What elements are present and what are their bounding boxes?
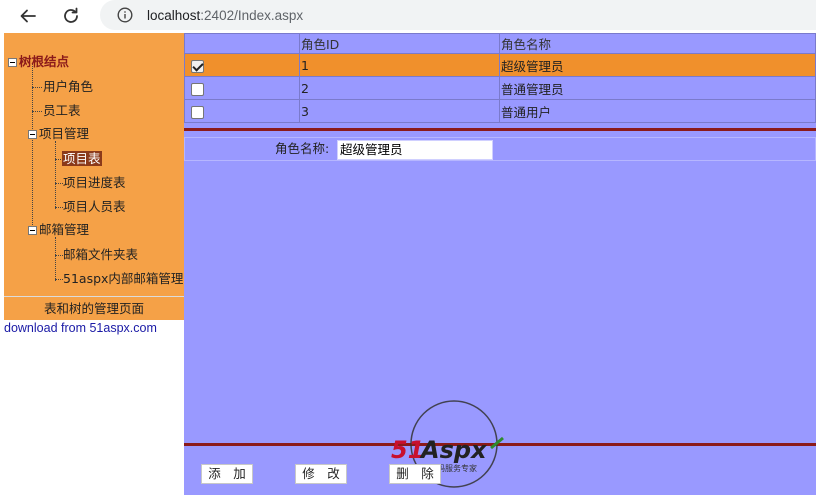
tree-item-internal-mail[interactable]: 51aspx内部邮箱管理: [62, 270, 184, 288]
role-id-cell: 1: [299, 53, 500, 77]
table-row[interactable]: 3 普通用户: [184, 99, 816, 123]
main-panel: 角色ID 角色名称 1 超级管理员 2 普通管理员 3 普通用户 角色名称: 超…: [184, 33, 816, 495]
tree-item-user-roles[interactable]: 用户角色: [42, 78, 94, 96]
table-row[interactable]: 1 超级管理员: [184, 53, 816, 77]
address-bar[interactable]: localhost:2402/Index.aspx: [100, 0, 816, 30]
row-checkbox[interactable]: [191, 105, 204, 119]
table-row[interactable]: 2 普通管理员: [184, 76, 816, 100]
download-credit: download from 51aspx.com: [4, 321, 157, 335]
back-button[interactable]: [15, 3, 41, 29]
role-name-cell: 普通用户: [499, 99, 816, 123]
divider-top: [184, 128, 816, 131]
collapse-icon[interactable]: [28, 130, 37, 139]
role-name-cell: 普通管理员: [499, 76, 816, 100]
row-checkbox[interactable]: [191, 59, 204, 73]
role-name-input[interactable]: 超级管理员: [337, 140, 493, 160]
url-text: localhost:2402/Index.aspx: [147, 7, 304, 23]
table-header-row: 角色ID 角色名称: [184, 33, 816, 54]
tree-item-project-table[interactable]: 项目表: [62, 150, 102, 168]
tree-root-node[interactable]: 树根结点: [8, 53, 70, 71]
role-name-form: 角色名称: 超级管理员: [184, 137, 816, 161]
column-header-role-id: 角色ID: [299, 33, 500, 54]
collapse-icon[interactable]: [8, 58, 17, 67]
tree-item-mail-folders[interactable]: 邮箱文件夹表: [62, 246, 139, 264]
tree-item-project-progress[interactable]: 项目进度表: [62, 174, 127, 192]
collapse-icon[interactable]: [28, 226, 37, 235]
role-name-label: 角色名称:: [275, 141, 330, 156]
role-id-cell: 2: [299, 76, 500, 100]
svg-text:Aspx: Aspx: [419, 436, 488, 464]
tree-item-project-management[interactable]: 项目管理: [28, 125, 90, 143]
tree-connector: [55, 237, 56, 281]
reload-icon: [64, 7, 78, 23]
tree-connector: [32, 111, 42, 112]
role-name-cell: 超级管理员: [499, 53, 816, 77]
tree-connector: [32, 63, 33, 235]
roles-table: 角色ID 角色名称 1 超级管理员 2 普通管理员 3 普通用户: [184, 33, 816, 123]
column-header-role-name: 角色名称: [499, 33, 816, 54]
browser-toolbar: localhost:2402/Index.aspx: [0, 0, 816, 32]
left-panel: 树根结点 用户角色 员工表 项目管理 项目表 项目进度表 项目人员表 邮箱管理 …: [4, 33, 184, 495]
column-header-select: [184, 33, 300, 54]
arrow-left-icon: [20, 9, 36, 23]
edit-button[interactable]: 修 改: [295, 464, 347, 484]
role-id-cell: 3: [299, 99, 500, 123]
svg-text:51: 51: [391, 436, 424, 464]
info-icon[interactable]: [117, 7, 133, 23]
tree-item-project-staff[interactable]: 项目人员表: [62, 198, 127, 216]
add-button[interactable]: 添 加: [201, 464, 253, 484]
tree-connector: [55, 141, 56, 209]
tree-connector: [32, 87, 42, 88]
tree-item-employees[interactable]: 员工表: [42, 102, 82, 120]
tree-view: 树根结点 用户角色 员工表 项目管理 项目表 项目进度表 项目人员表 邮箱管理 …: [4, 33, 184, 296]
tree-item-mailbox-management[interactable]: 邮箱管理: [28, 221, 90, 239]
panel-caption: 表和树的管理页面: [4, 296, 184, 320]
row-checkbox[interactable]: [191, 82, 204, 96]
delete-button[interactable]: 删 除: [389, 464, 441, 484]
reload-button[interactable]: [58, 3, 84, 29]
